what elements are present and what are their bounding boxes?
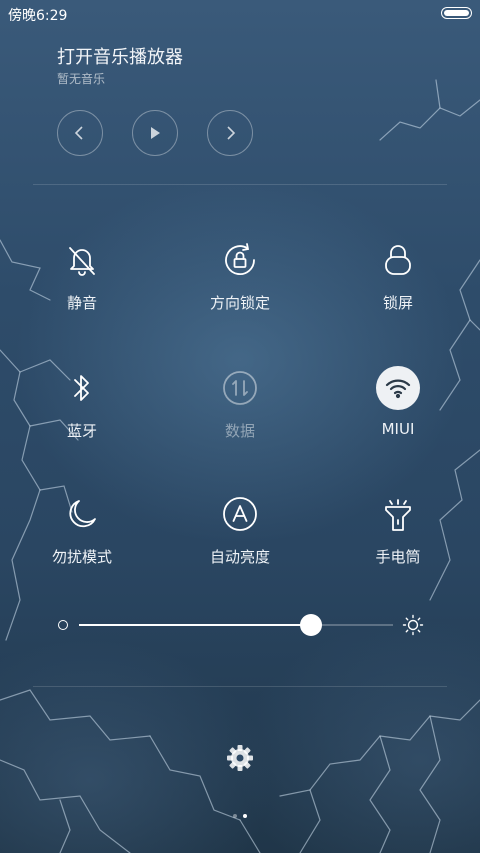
brightness-fill [79, 624, 312, 626]
brightness-thumb[interactable] [300, 614, 323, 636]
toggle-label: 蓝牙 [66, 422, 97, 440]
toggle-label: 数据 [224, 422, 255, 440]
toggle-label: 自动亮度 [209, 548, 270, 566]
divider [33, 686, 447, 687]
wifi-icon [376, 366, 420, 410]
toggle-label: 勿扰模式 [51, 548, 112, 566]
page-dot-1[interactable] [233, 814, 237, 818]
status-time: 傍晚6:29 [8, 8, 68, 24]
toggle-mobile-data[interactable]: 数据 [180, 366, 300, 456]
page-dot-2[interactable] [243, 814, 247, 818]
toggle-label: 方向锁定 [209, 294, 270, 312]
toggle-auto-brightness[interactable]: 自动亮度 [180, 492, 300, 582]
divider [33, 184, 447, 185]
toggle-label: MIUI [381, 420, 415, 438]
lock-icon [376, 238, 420, 282]
flashlight-icon [376, 492, 420, 536]
settings-button[interactable] [224, 742, 256, 774]
toggle-mute[interactable]: 静音 [22, 238, 142, 328]
toggle-do-not-disturb[interactable]: 勿扰模式 [22, 492, 142, 582]
bluetooth-icon [60, 366, 104, 410]
toggle-label: 手电筒 [375, 548, 421, 566]
brightness-low-icon [58, 620, 68, 630]
mute-bell-icon [60, 238, 104, 282]
next-icon [227, 126, 236, 140]
moon-icon [60, 492, 104, 536]
music-subtitle: 暂无音乐 [57, 72, 106, 86]
brightness-high-icon [402, 614, 424, 636]
toggle-rotation-lock[interactable]: 方向锁定 [180, 238, 300, 328]
battery-icon [441, 7, 472, 19]
toggle-lock-screen[interactable]: 锁屏 [338, 238, 458, 328]
previous-button[interactable] [57, 110, 103, 156]
next-button[interactable] [207, 110, 253, 156]
play-button[interactable] [132, 110, 178, 156]
toggle-wifi[interactable]: MIUI [338, 366, 458, 456]
play-icon [151, 127, 160, 139]
toggle-label: 锁屏 [382, 294, 413, 312]
toggle-bluetooth[interactable]: 蓝牙 [22, 366, 142, 456]
toggle-label: 静音 [66, 294, 97, 312]
toggle-flashlight[interactable]: 手电筒 [338, 492, 458, 582]
mobile-data-icon [218, 366, 262, 410]
previous-icon [74, 126, 83, 140]
auto-brightness-icon [218, 492, 262, 536]
rotation-lock-icon [218, 238, 262, 282]
gear-icon [227, 745, 253, 771]
music-player-title[interactable]: 打开音乐播放器 [57, 43, 183, 69]
